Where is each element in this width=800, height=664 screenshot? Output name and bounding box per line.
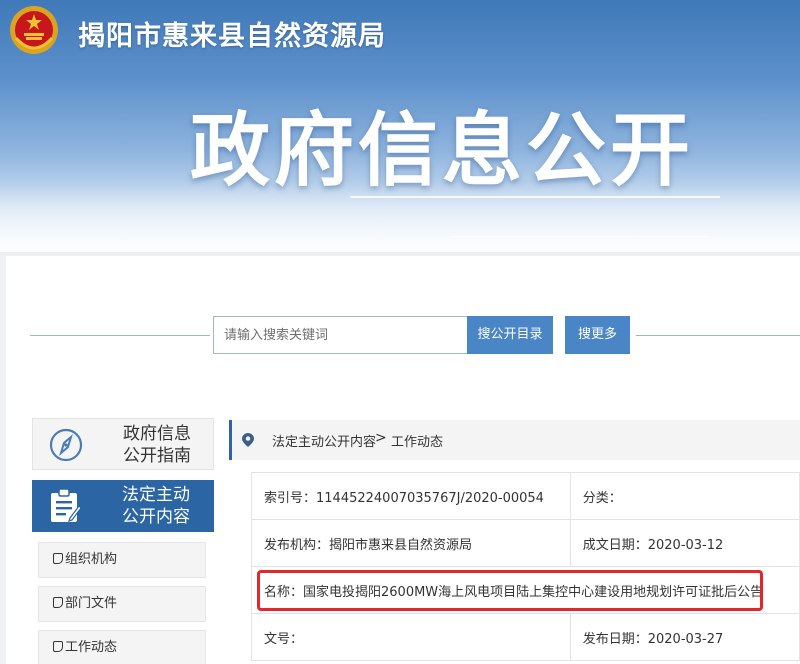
table-row: 发布机构：揭阳市惠来县自然资源局 成文日期：2020-03-12 (251, 519, 800, 567)
table-row: 文号： 发布日期：2020-03-27 (251, 613, 800, 661)
category: 分类： (569, 472, 800, 520)
info-table: 索引号：11445224007035767J/2020-00054 分类： 发布… (251, 472, 800, 661)
publisher: 发布机构：揭阳市惠来县自然资源局 (251, 519, 571, 567)
divider-right (636, 335, 800, 336)
map-pin-icon (242, 433, 254, 447)
breadcrumb-link-content[interactable]: 法定主动公开内容 (272, 431, 376, 450)
search-input[interactable] (213, 316, 468, 354)
breadcrumb: 法定主动公开内容 > 工作动态 (229, 420, 800, 460)
index-number: 索引号：11445224007035767J/2020-00054 (251, 472, 571, 520)
breadcrumb-separator: > (375, 430, 387, 446)
publish-date: 发布日期：2020-03-27 (569, 613, 800, 661)
content-area: 搜公开目录 搜更多 政府信息公开指南 法定主动公开内容 (6, 256, 800, 664)
main-panel: 法定主动公开内容 > 工作动态 索引号：11445224007035767J/2… (229, 420, 800, 664)
doc-icon (53, 597, 63, 608)
sidebar-item-label: 政府信息公开指南 (123, 424, 191, 466)
sidebar-item-label: 法定主动公开内容 (122, 485, 190, 527)
sidebar-item-label: 组织机构 (65, 552, 118, 567)
banner-glow (0, 182, 800, 252)
sidebar-item-work-news[interactable]: 工作动态 (38, 630, 206, 664)
breadcrumb-link-news[interactable]: 工作动态 (391, 431, 443, 450)
table-row: 索引号：11445224007035767J/2020-00054 分类： (251, 472, 800, 520)
doc-icon (53, 553, 63, 564)
clipboard-icon (51, 488, 82, 522)
document-number: 文号： (251, 613, 571, 661)
name-highlight-box (257, 570, 763, 611)
compass-icon (49, 428, 83, 462)
search-bar: 搜公开目录 搜更多 (6, 316, 800, 356)
national-emblem-icon (10, 6, 58, 54)
search-more-button[interactable]: 搜更多 (565, 316, 630, 354)
header-banner: 揭阳市惠来县自然资源局 政府信息公开 (0, 0, 800, 252)
sidebar-item-dept-docs[interactable]: 部门文件 (38, 586, 206, 622)
divider-left (30, 335, 210, 336)
sidebar-item-label: 工作动态 (65, 640, 118, 655)
sidebar-item-label: 部门文件 (65, 596, 118, 611)
doc-icon (53, 641, 63, 652)
search-catalog-button[interactable]: 搜公开目录 (467, 316, 553, 354)
sidebar-item-active-content[interactable]: 法定主动公开内容 (32, 480, 214, 532)
written-date: 成文日期：2020-03-12 (569, 519, 800, 567)
sidebar-item-org[interactable]: 组织机构 (38, 542, 206, 578)
org-name: 揭阳市惠来县自然资源局 (78, 21, 386, 52)
sidebar-item-guide[interactable]: 政府信息公开指南 (32, 418, 214, 470)
